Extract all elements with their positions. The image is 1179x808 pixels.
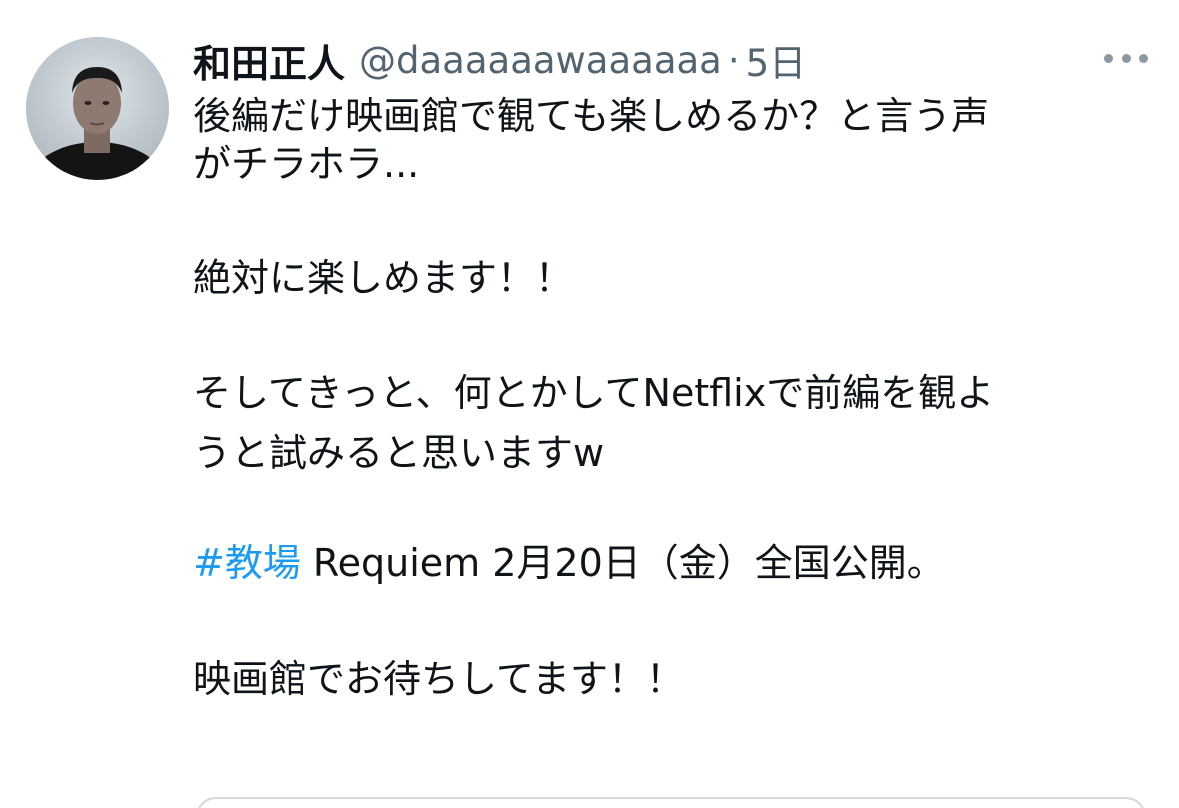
quoted-card[interactable] [196, 797, 1146, 808]
tweet-text-line: うと試みると思いますw [193, 431, 605, 475]
user-handle[interactable]: @daaaaaawaaaaaa [359, 39, 722, 82]
tweet-text-line: がチラホラ... [193, 142, 420, 186]
tweet-text-line: そしてきっと、何とかしてNetflixで前編を観よ [193, 371, 995, 415]
more-horizontal-icon[interactable] [1104, 48, 1148, 68]
tweet-text-line: #教場 Requiem 2月20日（金）全国公開。 [193, 539, 1153, 587]
tweet-text-line: 絶対に楽しめます！！ [193, 256, 574, 300]
tweet-text: 後編だけ映画館で観ても楽しめるか？と言う声 がチラホラ... 絶対に楽しめます！… [193, 92, 1153, 703]
tweet-text-segment: Requiem 2月20日（金）全国公開。 [300, 541, 945, 585]
tweet-text-line: 後編だけ映画館で観ても楽しめるか？と言う声 [193, 94, 990, 138]
separator-dot: · [727, 38, 740, 82]
avatar[interactable] [26, 37, 169, 180]
display-name[interactable]: 和田正人 [193, 33, 345, 88]
more-dot [1139, 53, 1148, 63]
more-dot [1121, 53, 1131, 63]
more-dot [1104, 53, 1113, 63]
tweet-text-line: 映画館でお待ちしてます！！ [193, 657, 684, 701]
timestamp[interactable]: 5日 [746, 33, 807, 87]
tweet[interactable]: 和田正人 @daaaaaawaaaaaa · 5日 後編だけ映画館で観ても楽しめ… [0, 0, 1179, 808]
tweet-header: 和田正人 @daaaaaawaaaaaa · 5日 [193, 30, 806, 90]
hashtag-link[interactable]: #教場 [193, 541, 301, 585]
